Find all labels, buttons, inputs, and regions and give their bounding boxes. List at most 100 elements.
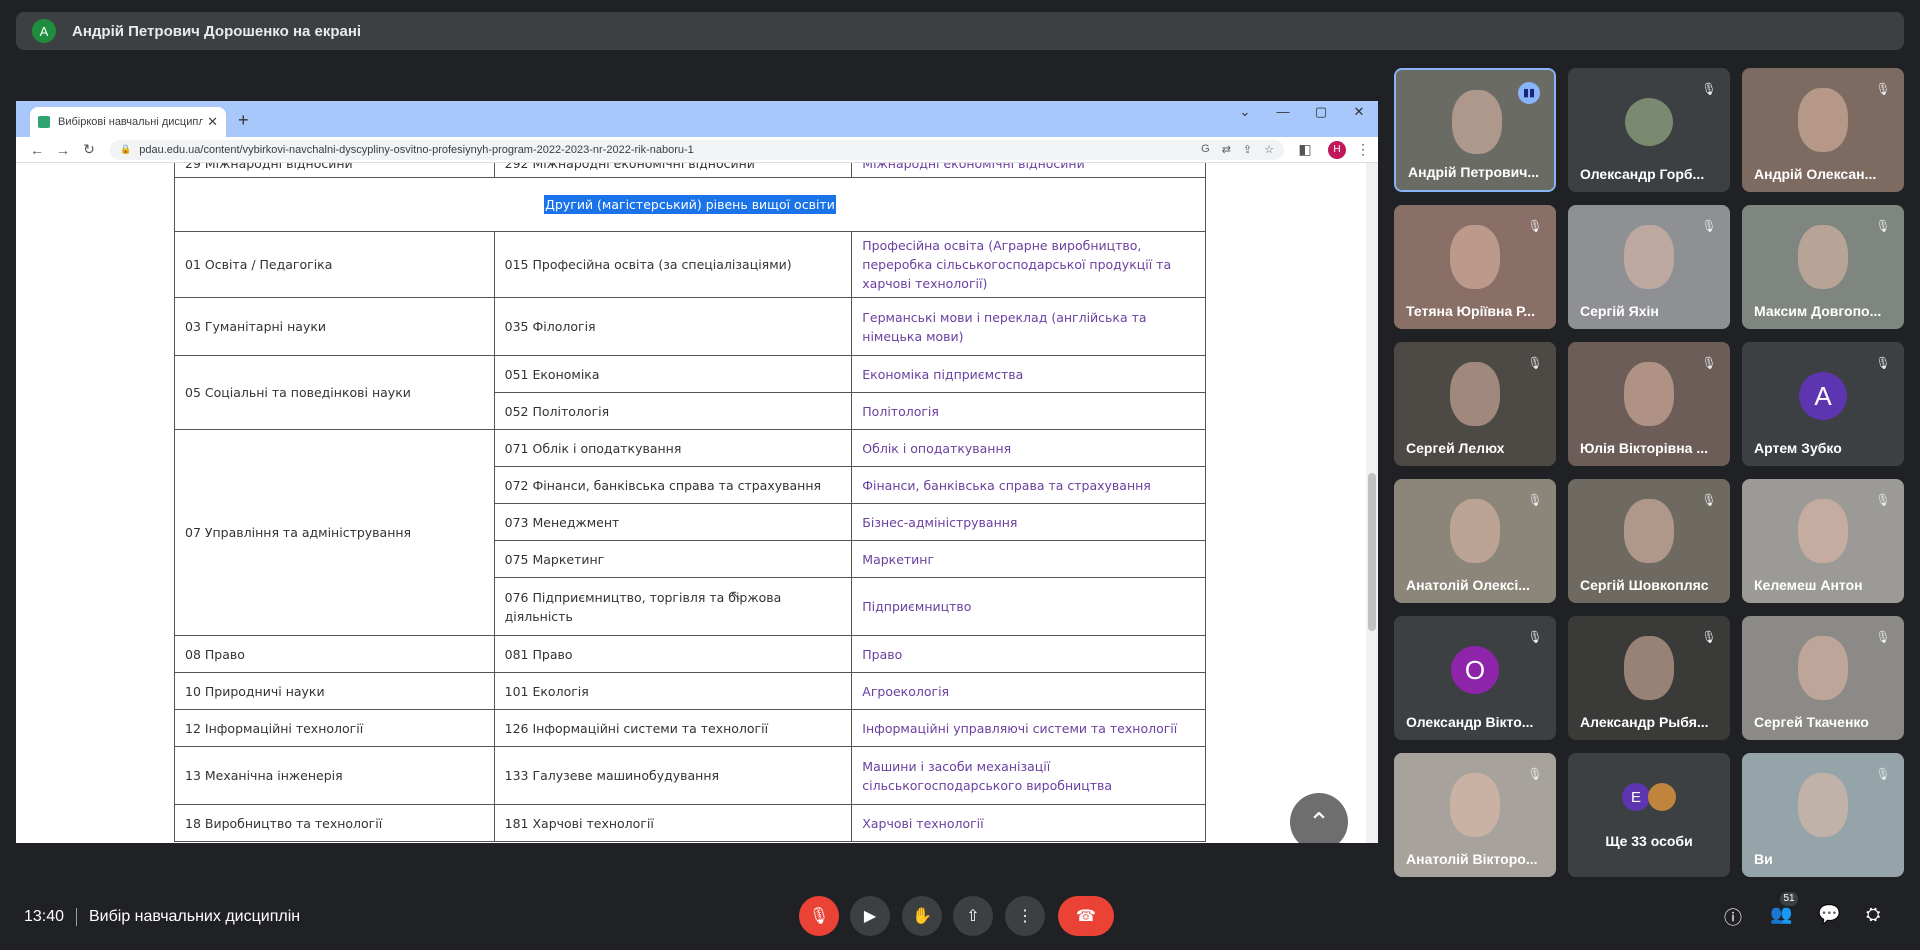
participant-tile[interactable]: 🎙 Андрій Олексан... bbox=[1742, 68, 1904, 192]
participant-tile[interactable]: 🎙 Келемеш Антон bbox=[1742, 479, 1904, 603]
mic-off-icon: 🎙 bbox=[1527, 630, 1543, 644]
mic-off-icon: 🎙 bbox=[1875, 630, 1891, 644]
scrollbar-thumb[interactable] bbox=[1368, 473, 1376, 631]
page-scrollbar[interactable] bbox=[1366, 163, 1378, 843]
more-vert-icon: ⋮ bbox=[1017, 908, 1033, 925]
participant-name: Сергей Лелюх bbox=[1406, 440, 1505, 456]
raise-hand-button[interactable]: ✋ bbox=[902, 896, 942, 936]
participant-tile[interactable]: 🎙 Тетяна Юріївна Р... bbox=[1394, 205, 1556, 329]
table-cell-link[interactable]: Фінанси, банківська справа та страхуванн… bbox=[851, 466, 1206, 504]
participant-tile[interactable]: 🎙 Юлія Вікторівна ... bbox=[1568, 342, 1730, 466]
shared-screen: Вибіркові навчальні дисциплін ✕ + ⌄ — ▢ … bbox=[16, 101, 1378, 843]
profile-avatar[interactable]: Н bbox=[1328, 140, 1346, 159]
minimize-icon[interactable]: — bbox=[1264, 101, 1302, 123]
mic-off-icon: 🎙 bbox=[1875, 767, 1891, 781]
participant-tile[interactable]: A 🎙 Артем Зубко bbox=[1742, 342, 1904, 466]
table-row: 10 Природничі науки 101 Екологія Агроеко… bbox=[174, 672, 1206, 710]
participant-tile[interactable]: 🎙 Ви bbox=[1742, 753, 1904, 877]
participant-tile[interactable]: Е Ще 33 особи bbox=[1568, 753, 1730, 877]
others-avatar-photo bbox=[1648, 783, 1676, 811]
table-cell: 10 Природничі науки bbox=[174, 672, 495, 710]
maximize-icon[interactable]: ▢ bbox=[1302, 101, 1340, 123]
camera-toggle-button[interactable]: ▶ bbox=[850, 896, 890, 936]
participant-tile[interactable]: 🎙 Сергій Яхін bbox=[1568, 205, 1730, 329]
activities-icon[interactable]: ⛭ bbox=[1866, 904, 1880, 925]
chat-icon[interactable]: 💬 bbox=[1818, 904, 1840, 925]
scroll-to-top-button[interactable]: ⌃ bbox=[1290, 793, 1348, 843]
participant-tile[interactable]: 🎙 Анатолій Вікторо... bbox=[1394, 753, 1556, 877]
table-cell-link[interactable]: Політологія bbox=[851, 392, 1206, 430]
table-cell-link[interactable]: Інформаційні управляючі системи та техно… bbox=[851, 709, 1206, 747]
table-cell: 292 Міжнародні економічні відносини bbox=[493, 163, 853, 178]
camera-icon: ▶ bbox=[863, 908, 877, 925]
table-cell-link[interactable]: Агроекологія bbox=[851, 672, 1206, 710]
table-row: 12 Інформаційні технології 126 Інформаці… bbox=[174, 709, 1206, 747]
table-cell-link[interactable]: Економіка підприємства bbox=[851, 355, 1206, 393]
more-options-button[interactable]: ⋮ bbox=[1005, 896, 1045, 936]
table-row: 01 Освіта / Педагогіка 015 Професійна ос… bbox=[174, 231, 1206, 298]
participant-tile[interactable]: 🎙 Сергій Шовкопляс bbox=[1568, 479, 1730, 603]
table-cell-link[interactable]: Міжнародні економічні відносини bbox=[851, 163, 1206, 178]
browser-tab[interactable]: Вибіркові навчальні дисциплін ✕ bbox=[30, 107, 226, 137]
table-cell-link[interactable]: Право bbox=[851, 635, 1206, 673]
google-icon[interactable]: G bbox=[1201, 143, 1210, 156]
share-icon[interactable]: ⇪ bbox=[1243, 143, 1252, 156]
participant-face bbox=[1624, 636, 1674, 700]
participant-face bbox=[1798, 773, 1848, 837]
mic-off-icon: 🎙 bbox=[1527, 356, 1543, 370]
close-tab-icon[interactable]: ✕ bbox=[207, 114, 218, 130]
table-cell: 18 Виробництво та технології bbox=[174, 804, 495, 842]
tab-search-icon[interactable]: ⌄ bbox=[1226, 101, 1264, 123]
mic-off-icon: 🎙 bbox=[1875, 356, 1891, 370]
table-cell-link[interactable]: Германські мови і переклад (англійська т… bbox=[851, 297, 1206, 356]
reload-icon[interactable]: ↻ bbox=[76, 141, 102, 158]
participant-tile[interactable]: ▮▮ Андрій Петрович... bbox=[1394, 68, 1556, 192]
side-panel-icon[interactable]: ◧ bbox=[1292, 141, 1318, 158]
table-cell: 072 Фінанси, банківська справа та страху… bbox=[493, 466, 853, 504]
back-icon[interactable]: ← bbox=[24, 142, 50, 158]
table-cell: 08 Право bbox=[174, 635, 495, 673]
participant-tile[interactable]: 🎙 Анатолій Олексі... bbox=[1394, 479, 1556, 603]
omnibox-icons: G ⇄ ⇪ ☆ bbox=[1201, 143, 1274, 156]
table-cell-link[interactable]: Професійна освіта (Аграрне виробництво, … bbox=[851, 231, 1206, 298]
bookmark-star-icon[interactable]: ☆ bbox=[1264, 143, 1274, 156]
participant-name: Сергій Яхін bbox=[1580, 303, 1659, 319]
participant-face bbox=[1624, 499, 1674, 563]
table-cell-link[interactable]: Харчові технології bbox=[851, 804, 1206, 842]
table-cell: 133 Галузеве машинобудування bbox=[493, 746, 853, 805]
table-cell-link[interactable]: Підприємництво bbox=[851, 577, 1206, 636]
browser-menu-icon[interactable]: ⋮ bbox=[1356, 141, 1370, 158]
table-cell: 015 Професійна освіта (за спеціалізаціям… bbox=[493, 231, 853, 298]
table-cell-link[interactable]: Бізнес-адміністрування bbox=[851, 503, 1206, 541]
participant-tile[interactable]: О 🎙 Олександр Вікто... bbox=[1394, 616, 1556, 740]
url-field[interactable]: 🔒 pdau.edu.ua/content/vybirkovi-navchaln… bbox=[110, 139, 1284, 160]
table-cell: 12 Інформаційні технології bbox=[174, 709, 495, 747]
translate-icon[interactable]: ⇄ bbox=[1222, 143, 1231, 156]
microphone-toggle-button[interactable]: 🎙 bbox=[799, 896, 839, 936]
tab-title: Вибіркові навчальні дисциплін bbox=[58, 116, 204, 128]
table-cell-link[interactable]: Облік і оподаткування bbox=[851, 429, 1206, 467]
forward-icon[interactable]: → bbox=[50, 142, 76, 158]
new-tab-icon[interactable]: + bbox=[238, 110, 249, 131]
table-cell: 035 Філологія bbox=[493, 297, 853, 356]
participant-name: Ще 33 особи bbox=[1605, 833, 1693, 849]
table-row: 18 Виробництво та технології 181 Харчові… bbox=[174, 804, 1206, 842]
table-cell: 07 Управління та адміністрування bbox=[174, 429, 495, 636]
participant-name: Келемеш Антон bbox=[1754, 577, 1863, 593]
table-cell: 076 Підприємництво, торгівля та біржова … bbox=[493, 577, 853, 636]
participant-tile[interactable]: 🎙 Сергей Лелюх bbox=[1394, 342, 1556, 466]
participant-tile[interactable]: 🎙 Сергей Ткаченко bbox=[1742, 616, 1904, 740]
participant-name: Максим Довгопо... bbox=[1754, 303, 1882, 319]
table-cell: 101 Екологія bbox=[493, 672, 853, 710]
close-window-icon[interactable]: ✕ bbox=[1340, 101, 1378, 123]
table-cell-link[interactable]: Маркетинг bbox=[851, 540, 1206, 578]
leave-call-button[interactable]: ☎ bbox=[1058, 896, 1114, 936]
participant-tile[interactable]: 🎙 Александр Рыбя... bbox=[1568, 616, 1730, 740]
participant-tile[interactable]: 🎙 Максим Довгопо... bbox=[1742, 205, 1904, 329]
people-icon[interactable]: 👥 bbox=[1770, 904, 1792, 925]
others-avatar: Е bbox=[1622, 783, 1650, 811]
present-screen-button[interactable]: ⇧ bbox=[953, 896, 993, 936]
meeting-info-icon[interactable]: ⓘ bbox=[1724, 904, 1742, 930]
table-cell-link[interactable]: Машини і засоби механізації сільськогосп… bbox=[851, 746, 1206, 805]
participant-tile[interactable]: 🎙 Олександр Горб... bbox=[1568, 68, 1730, 192]
